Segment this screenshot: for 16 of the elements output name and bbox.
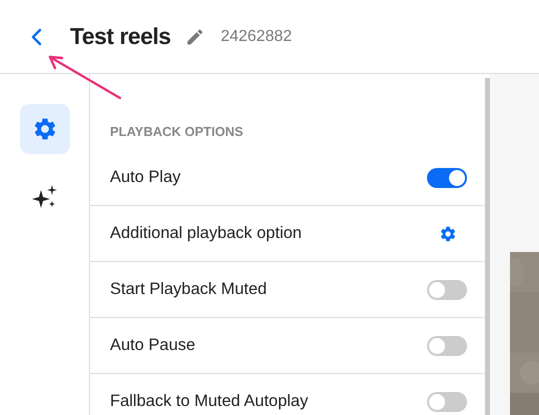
toggle-switch[interactable] bbox=[427, 280, 467, 300]
toggle-switch[interactable] bbox=[427, 392, 467, 412]
option-label: Additional playback option bbox=[110, 224, 302, 243]
chevron-left-icon bbox=[30, 28, 44, 46]
settings-icon bbox=[439, 224, 457, 242]
pencil-icon bbox=[184, 26, 205, 46]
section-heading: PLAYBACK OPTIONS bbox=[109, 123, 244, 141]
reel-id: 24262882 bbox=[220, 28, 292, 46]
option-label: Auto Play bbox=[110, 168, 181, 187]
option-label: Start Playback Muted bbox=[110, 280, 267, 299]
toggle-switch[interactable] bbox=[427, 336, 467, 356]
toggle-switch[interactable] bbox=[427, 168, 467, 188]
page-title: Test reels bbox=[70, 23, 171, 50]
option-label: Auto Pause bbox=[110, 336, 196, 355]
settings-button[interactable] bbox=[439, 224, 457, 242]
option-label: Fallback to Muted Autoplay bbox=[110, 392, 308, 411]
